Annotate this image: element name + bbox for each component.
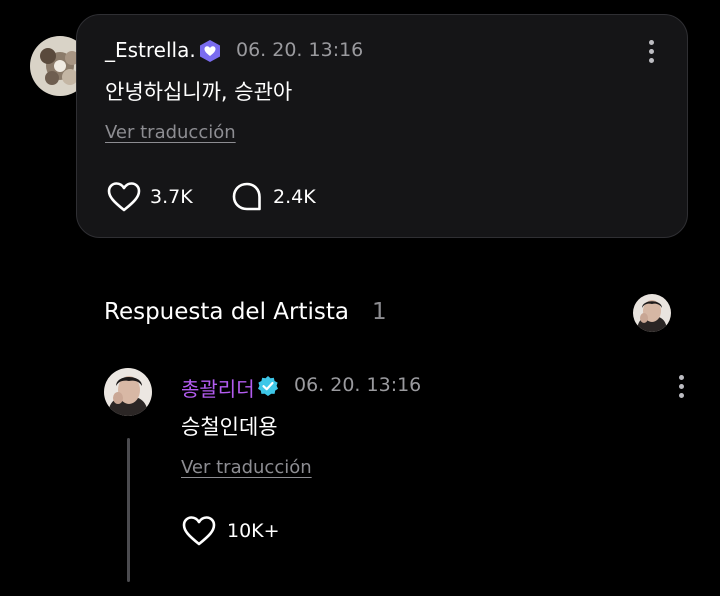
artist-reply-message: 승철인데용	[181, 415, 278, 439]
fan-username[interactable]: _Estrella.	[105, 38, 196, 62]
translate-link[interactable]: Ver traducción	[105, 122, 236, 143]
comment-count: 2.4K	[273, 186, 316, 208]
artist-avatar[interactable]	[104, 368, 152, 416]
heart-icon[interactable]	[106, 181, 142, 217]
more-vertical-icon[interactable]	[676, 375, 686, 398]
translate-link[interactable]: Ver traducción	[181, 457, 312, 478]
artist-reply-timestamp: 06. 20. 13:16	[294, 374, 422, 396]
artist-response-count: 1	[372, 299, 387, 325]
heart-icon[interactable]	[181, 515, 217, 551]
fan-post-message: 안녕하십니까, 승관아	[105, 80, 293, 104]
artist-section-avatar[interactable]	[633, 294, 671, 332]
comment-bubble-icon[interactable]	[231, 181, 263, 217]
thread-line	[127, 438, 130, 582]
fan-post-timestamp: 06. 20. 13:16	[236, 39, 364, 61]
artist-response-title: Respuesta del Artista	[104, 299, 349, 325]
artist-avatar-image	[104, 368, 152, 416]
more-vertical-icon[interactable]	[646, 40, 656, 63]
reply-like-count: 10K+	[227, 520, 280, 542]
artist-section-avatar-image	[633, 294, 671, 332]
verified-badge-icon	[257, 375, 279, 401]
artist-username[interactable]: 총괄리더	[181, 373, 255, 402]
fan-badge-icon	[198, 39, 222, 67]
like-count: 3.7K	[150, 186, 193, 208]
